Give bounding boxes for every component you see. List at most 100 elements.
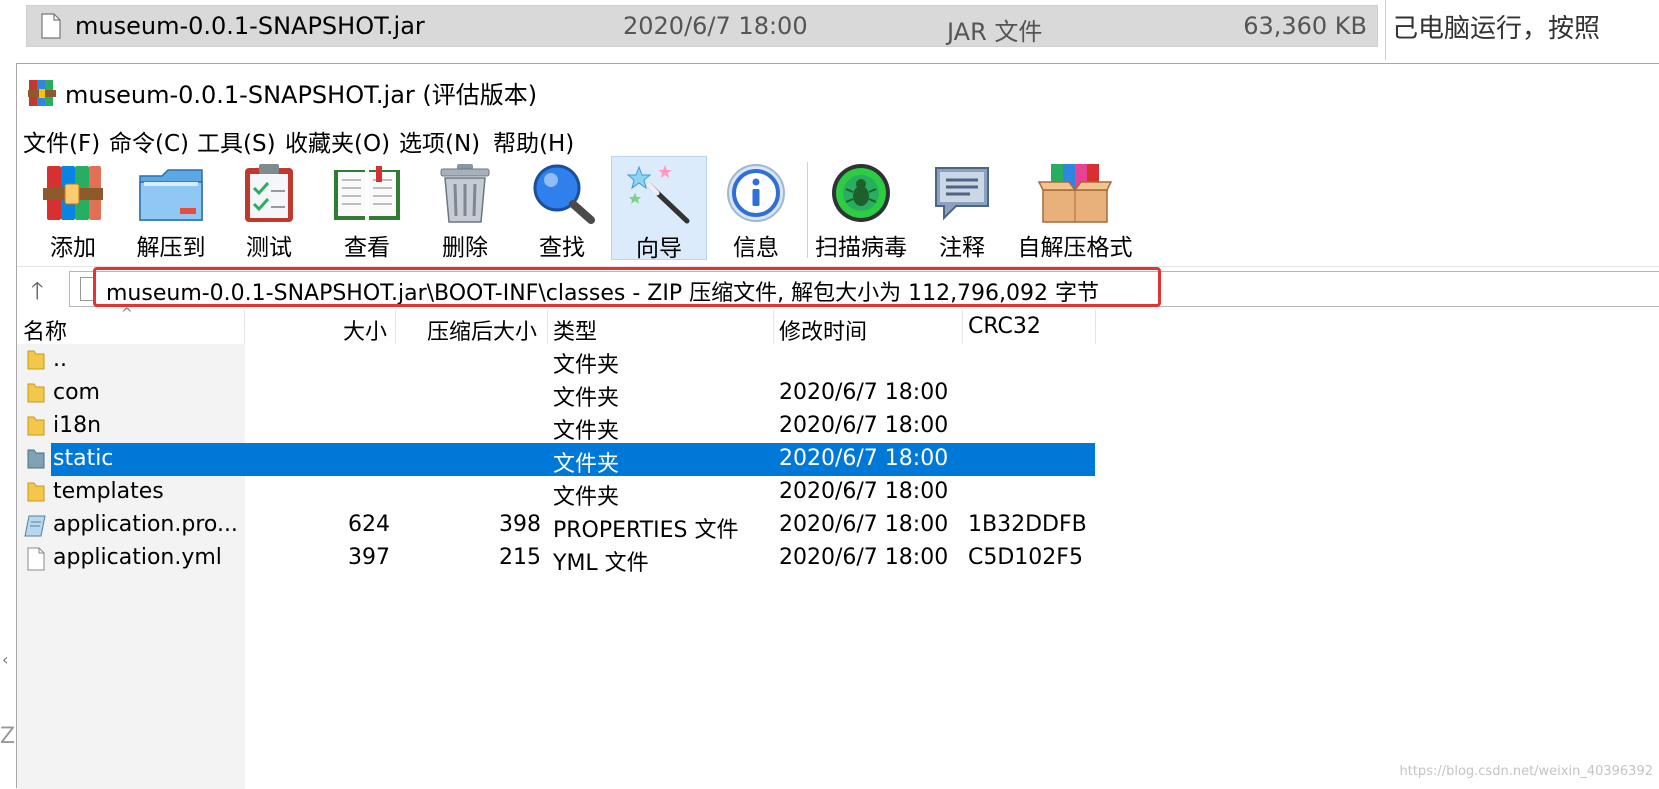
column-packed-size[interactable]: 压缩后大小 (427, 314, 537, 346)
table-row[interactable]: application.pro... 624 398 PROPERTIES 文件… (17, 509, 1097, 543)
file-list: 名称 ^ 大小 压缩后大小 类型 修改时间 CRC32 .. 文件夹 com 文… (17, 306, 1659, 789)
column-divider[interactable] (547, 310, 548, 344)
extract-to-label: 解压到 (136, 235, 206, 261)
file-modified: 2020/6/7 18:00 (779, 479, 949, 504)
watermark-text: https://blog.csdn.net/weixin_40396392 (1399, 764, 1653, 779)
find-label: 查找 (539, 235, 585, 261)
menu-tools[interactable]: 工具(S) (197, 124, 276, 158)
folder-icon (27, 350, 45, 370)
menu-bar: 文件(F) 命令(C) 工具(S) 收藏夹(O) 选项(N) 帮助(H) (17, 120, 1659, 158)
table-row-selected[interactable]: static 文件夹 2020/6/7 18:00 (17, 443, 1097, 477)
background-article-text: 己电脑运行，按照 (1392, 14, 1601, 44)
extract-folder-icon (139, 169, 203, 221)
title-bar: museum-0.0.1-SNAPSHOT.jar (评估版本) (17, 64, 1659, 120)
info-icon (727, 164, 785, 222)
menu-options[interactable]: 选项(N) (399, 124, 480, 158)
add-button[interactable]: 添加 (25, 156, 121, 261)
file-type: 文件夹 (553, 419, 620, 444)
background-file-type: JAR 文件 (947, 18, 1043, 46)
window-title: museum-0.0.1-SNAPSHOT.jar (评估版本) (65, 81, 538, 109)
virus-scan-label: 扫描病毒 (815, 235, 907, 261)
add-label: 添加 (50, 235, 96, 261)
add-books-icon (43, 166, 103, 220)
wizard-button[interactable]: 向导 (611, 156, 707, 262)
column-size[interactable]: 大小 (343, 314, 387, 346)
delete-label: 删除 (442, 235, 488, 261)
wizard-wand-icon (626, 165, 690, 224)
background-file-row[interactable]: museum-0.0.1-SNAPSHOT.jar 2020/6/7 18:00… (26, 5, 1378, 47)
comment-icon (935, 167, 989, 221)
file-type: 文件夹 (553, 353, 620, 378)
column-header: 名称 ^ 大小 压缩后大小 类型 修改时间 CRC32 (17, 306, 1097, 346)
winrar-app-icon (28, 80, 56, 106)
file-modified: 2020/6/7 18:00 (779, 545, 949, 570)
extract-to-button[interactable]: 解压到 (123, 156, 219, 261)
background-scroll-left-icon: ‹ (2, 650, 9, 669)
delete-button[interactable]: 删除 (417, 156, 513, 261)
comment-button[interactable]: 注释 (914, 156, 1010, 261)
file-modified: 2020/6/7 18:00 (779, 413, 949, 438)
find-button[interactable]: 查找 (514, 156, 610, 261)
folder-icon (27, 482, 45, 502)
view-button[interactable]: 查看 (319, 156, 415, 261)
file-packed-size: 215 (499, 545, 541, 570)
toolbar-separator (807, 162, 808, 258)
up-arrow-icon[interactable]: 🡑 (31, 274, 43, 315)
table-row[interactable]: templates 文件夹 2020/6/7 18:00 (17, 476, 1097, 510)
folder-icon (27, 383, 45, 403)
virus-scan-button[interactable]: 扫描病毒 (813, 156, 909, 261)
column-divider[interactable] (962, 310, 963, 344)
sfx-box-icon (1037, 164, 1113, 223)
menu-command[interactable]: 命令(C) (109, 124, 189, 158)
background-file-name: museum-0.0.1-SNAPSHOT.jar (75, 12, 425, 40)
background-file-size: 63,360 KB (1243, 12, 1367, 40)
column-modified[interactable]: 修改时间 (779, 314, 867, 346)
file-crc32: 1B32DDFB (968, 512, 1087, 537)
test-label: 测试 (246, 235, 292, 261)
path-highlight-annotation (93, 267, 1161, 307)
column-divider[interactable] (244, 310, 245, 344)
table-row[interactable]: i18n 文件夹 2020/6/7 18:00 (17, 410, 1097, 444)
file-type: 文件夹 (553, 485, 620, 510)
background-divider (1385, 0, 1386, 60)
folder-icon (27, 449, 45, 469)
file-name: .. (53, 347, 67, 372)
column-divider[interactable] (395, 310, 396, 344)
comment-label: 注释 (939, 235, 985, 261)
file-type: YML 文件 (553, 551, 649, 576)
archive-window: museum-0.0.1-SNAPSHOT.jar (评估版本) 文件(F) 命… (16, 63, 1659, 789)
file-modified: 2020/6/7 18:00 (779, 380, 949, 405)
background-left-fragment: Z (0, 724, 16, 749)
file-type: 文件夹 (553, 386, 620, 411)
sfx-button[interactable]: 自解压格式 (1017, 156, 1133, 261)
menu-favorites[interactable]: 收藏夹(O) (285, 124, 390, 158)
column-type[interactable]: 类型 (553, 314, 597, 346)
column-divider[interactable] (1095, 310, 1096, 344)
file-crc32: C5D102F5 (968, 545, 1083, 570)
menu-help[interactable]: 帮助(H) (493, 124, 574, 158)
folder-icon (27, 416, 45, 436)
magnifier-icon (533, 164, 595, 224)
view-label: 查看 (344, 235, 390, 261)
sort-ascending-icon: ^ (121, 306, 133, 322)
menu-file[interactable]: 文件(F) (23, 124, 100, 158)
view-book-icon (334, 166, 400, 220)
file-name: i18n (53, 413, 102, 438)
column-divider[interactable] (773, 310, 774, 344)
column-name[interactable]: 名称 (23, 314, 67, 346)
table-row[interactable]: com 文件夹 2020/6/7 18:00 (17, 377, 1097, 411)
background-file-date: 2020/6/7 18:00 (623, 12, 808, 40)
table-row-parent[interactable]: .. 文件夹 (17, 344, 1097, 378)
file-modified: 2020/6/7 18:00 (779, 446, 949, 471)
column-crc32[interactable]: CRC32 (968, 314, 1041, 339)
table-row[interactable]: application.yml 397 215 YML 文件 2020/6/7 … (17, 542, 1097, 576)
info-button[interactable]: 信息 (708, 156, 804, 261)
wizard-label: 向导 (636, 236, 682, 262)
file-name: templates (53, 479, 164, 504)
file-name: static (53, 446, 114, 471)
test-button[interactable]: 测试 (221, 156, 317, 261)
file-name: com (53, 380, 100, 405)
file-type: PROPERTIES 文件 (553, 518, 739, 543)
trash-icon (440, 164, 490, 223)
info-label: 信息 (733, 235, 779, 261)
